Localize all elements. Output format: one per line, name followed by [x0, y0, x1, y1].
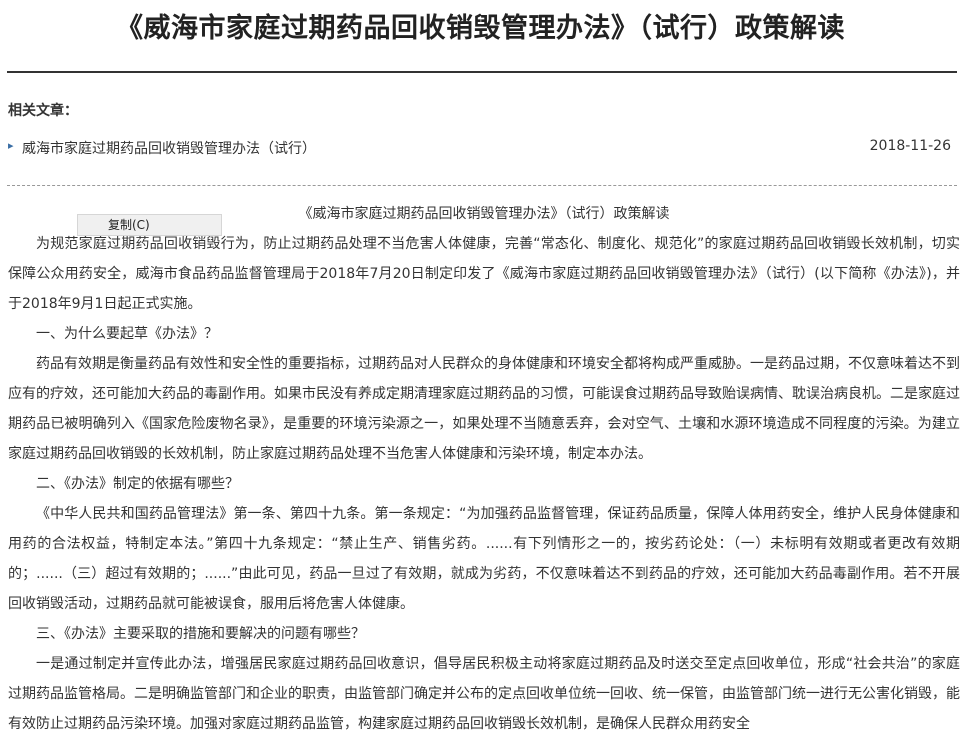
article-paragraph: 《中华人民共和国药品管理法》第一条、第四十九条。第一条规定：“为加强药品监督管理… [8, 506, 960, 612]
article-section-heading: 一、为什么要起草《办法》？ [36, 326, 218, 342]
article-section-heading: 三、《办法》主要采取的措施和要解决的问题有哪些？ [36, 626, 365, 642]
related-article-link[interactable]: 威海市家庭过期药品回收销毁管理办法（试行） [22, 138, 316, 158]
article-section-heading: 二、《办法》制定的依据有哪些？ [36, 476, 239, 492]
related-article-item: ▸ 威海市家庭过期药品回收销毁管理办法（试行） 2018-11-26 [8, 137, 951, 159]
copy-menu-item[interactable]: 复制(C) [77, 214, 222, 236]
related-articles-heading: 相关文章： [8, 103, 78, 119]
article-body: 《威海市家庭过期药品回收销毁管理办法》（试行）政策解读 为规范家庭过期药品回收销… [8, 199, 960, 739]
article-paragraph: 为规范家庭过期药品回收销毁行为，防止过期药品处理不当危害人体健康，完善“常态化、… [8, 236, 960, 312]
related-article-date: 2018-11-26 [869, 138, 951, 154]
page-title: 《威海市家庭过期药品回收销毁管理办法》（试行）政策解读 [116, 13, 845, 44]
article-paragraph: 一是通过制定并宣传此办法，增强居民家庭过期药品回收意识，倡导居民积极主动将家庭过… [8, 656, 960, 732]
section-divider [7, 185, 957, 186]
chevron-right-icon: ▸ [8, 139, 14, 152]
title-divider [7, 71, 957, 73]
article-paragraph: 药品有效期是衡量药品有效性和安全性的重要指标，过期药品对人民群众的身体健康和环境… [8, 356, 960, 462]
